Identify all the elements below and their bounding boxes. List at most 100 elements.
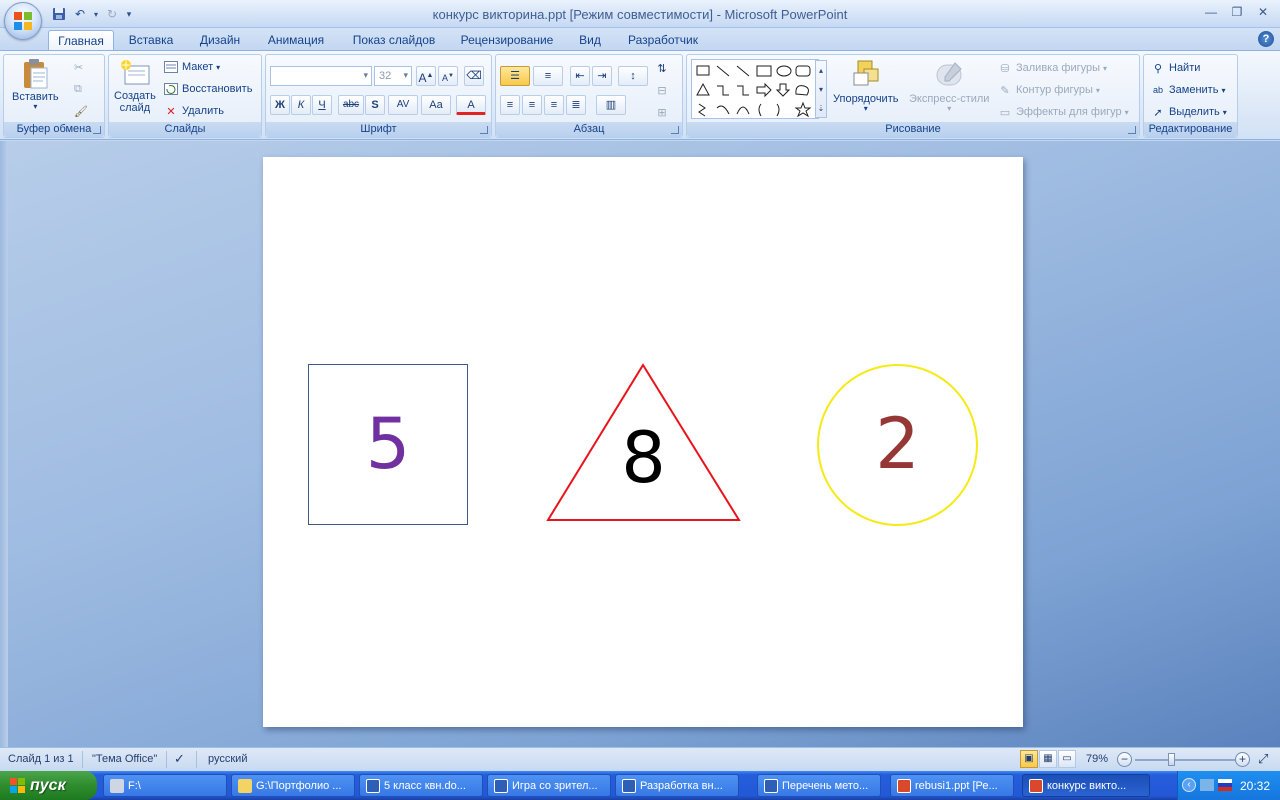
zoom-out-icon[interactable]: − [1117,752,1132,767]
slide-canvas[interactable]: 5 8 2 [263,157,1023,727]
find-button[interactable]: ⚲ Найти [1150,60,1200,76]
paste-button[interactable]: Вставить ▾ [12,58,59,111]
tab-design[interactable]: Дизайн [190,30,250,50]
tab-review[interactable]: Рецензирование [452,30,562,50]
tray-expand-icon[interactable]: ‹ [1182,778,1196,792]
taskbar-item[interactable]: Разработка вн... [615,774,739,797]
shrink-font-button[interactable]: A▼ [438,66,458,86]
font-color-button[interactable]: A [456,95,486,115]
ribbon: Вставить ▾ ✂ ⧉ 🖌 Буфер обмена Создать сл… [0,50,1280,140]
help-icon[interactable]: ? [1258,31,1274,47]
shape-fill-button[interactable]: ⛁ Заливка фигуры ▾ [997,60,1107,76]
status-bar: Слайд 1 из 1 "Тема Office" ✓ русский ▣ ▦… [0,747,1280,771]
tab-view[interactable]: Вид [570,30,610,50]
task-label: 5 класс квн.do... [384,779,466,792]
taskbar-item[interactable]: F:\ [103,774,227,797]
align-text-icon[interactable]: ⊟ [652,82,672,102]
delete-label: Удалить [182,105,224,117]
italic-button[interactable]: К [291,95,311,115]
font-size-combo[interactable]: 32 [374,66,412,86]
bold-button[interactable]: Ж [270,95,290,115]
smartart-icon[interactable]: ⊞ [652,104,672,124]
shadow-button[interactable]: S [365,95,385,115]
slide-pane-handle[interactable] [0,141,8,747]
slideshow-view-icon[interactable]: ▭ [1058,750,1076,768]
arrange-icon [850,59,882,91]
start-label: пуск [30,776,66,794]
arrange-button[interactable]: Упорядочить ▾ [833,59,898,113]
tab-animation[interactable]: Анимация [258,30,334,50]
quick-styles-button[interactable]: Экспресс-стили ▾ [909,59,989,113]
numbering-icon[interactable]: ≡ [533,66,563,86]
taskbar-item-active[interactable]: конкурс викто... [1022,774,1150,797]
line-spacing-icon[interactable]: ↕ [618,66,648,86]
tab-slideshow[interactable]: Показ слайдов [344,30,444,50]
clipboard-launcher-icon[interactable] [93,126,101,134]
taskbar-item[interactable]: 5 класс квн.do... [359,774,483,797]
zoom-in-icon[interactable]: + [1235,752,1250,767]
select-button[interactable]: ➚ Выделить ▾ [1150,104,1226,120]
slide-sorter-icon[interactable]: ▦ [1039,750,1057,768]
underline-button[interactable]: Ч [312,95,332,115]
shape-outline-button[interactable]: ✎ Контур фигуры ▾ [997,82,1100,98]
decrease-indent-icon[interactable]: ⇤ [570,66,590,86]
minimize-icon[interactable]: — [1200,3,1222,21]
new-slide-button[interactable]: Создать слайд [114,58,156,114]
circle-shape[interactable]: 2 [817,364,978,526]
shape-effects-button[interactable]: ▭ Эффекты для фигур ▾ [997,104,1129,120]
increase-indent-icon[interactable]: ⇥ [592,66,612,86]
zoom-slider-track[interactable] [1135,759,1235,761]
tab-home[interactable]: Главная [48,30,114,50]
reset-button[interactable]: Восстановить [163,81,252,97]
char-spacing-button[interactable]: AV [388,95,418,115]
word-icon [764,778,778,793]
paragraph-launcher-icon[interactable] [671,126,679,134]
layout-button[interactable]: Макет ▾ [163,59,220,75]
font-name-combo[interactable] [270,66,372,86]
taskbar-item[interactable]: Перечень мето... [757,774,881,797]
fit-to-window-icon[interactable]: ⤢ [1258,751,1268,767]
restore-icon[interactable]: ❐ [1226,3,1248,21]
strikethrough-button[interactable]: abc [338,95,364,115]
close-icon[interactable]: ✕ [1252,3,1274,21]
window-controls: — ❐ ✕ [1200,3,1274,21]
start-button[interactable]: пуск [0,771,97,800]
format-painter-icon[interactable]: 🖌 [74,105,88,118]
language-flag-icon[interactable] [1218,779,1232,791]
normal-view-icon[interactable]: ▣ [1020,750,1038,768]
square-shape[interactable]: 5 [308,364,468,525]
change-case-button[interactable]: Aa [421,95,451,115]
zoom-level[interactable]: 79% [1086,753,1108,765]
tab-developer[interactable]: Разработчик [618,30,708,50]
justify-icon[interactable]: ≣ [566,95,586,115]
align-right-icon[interactable]: ≡ [544,95,564,115]
taskbar-item[interactable]: Игра со зрител... [487,774,611,797]
delete-slide-button[interactable]: ✕ Удалить [163,103,224,119]
office-button[interactable] [4,2,42,40]
text-direction-icon[interactable]: ⇅ [652,60,672,80]
shapes-scroll[interactable]: ▴ ▾ ⇣ [815,60,827,118]
align-left-icon[interactable]: ≡ [500,95,520,115]
font-launcher-icon[interactable] [480,126,488,134]
zoom-slider-thumb[interactable] [1168,753,1175,766]
network-icon[interactable] [1200,779,1214,791]
theme-name[interactable]: "Тема Office" [92,753,157,765]
language-indicator[interactable]: русский [208,753,247,765]
columns-icon[interactable]: ▥ [596,95,626,115]
grow-font-button[interactable]: A▲ [416,66,436,86]
tab-insert[interactable]: Вставка [120,30,182,50]
copy-icon[interactable]: ⧉ [74,83,82,96]
bullets-icon[interactable]: ☰ [500,66,530,86]
taskbar-item[interactable]: G:\Портфолио ... [231,774,355,797]
task-label: Игра со зрител... [512,779,598,792]
clear-format-icon[interactable]: ⌫ [464,66,484,86]
spellcheck-icon[interactable]: ✓ [174,751,185,767]
cut-icon[interactable]: ✂ [74,61,83,74]
taskbar-item[interactable]: rebusi1.ppt [Ре... [890,774,1014,797]
slide-counter: Слайд 1 из 1 [8,753,74,765]
shapes-gallery[interactable] [691,59,819,119]
drawing-launcher-icon[interactable] [1128,126,1136,134]
editing-group: ⚲ Найти ab Заменить ▾ ➚ Выделить ▾ Редактиров… [1143,54,1238,138]
align-center-icon[interactable]: ≡ [522,95,542,115]
replace-button[interactable]: ab Заменить ▾ [1150,82,1225,98]
